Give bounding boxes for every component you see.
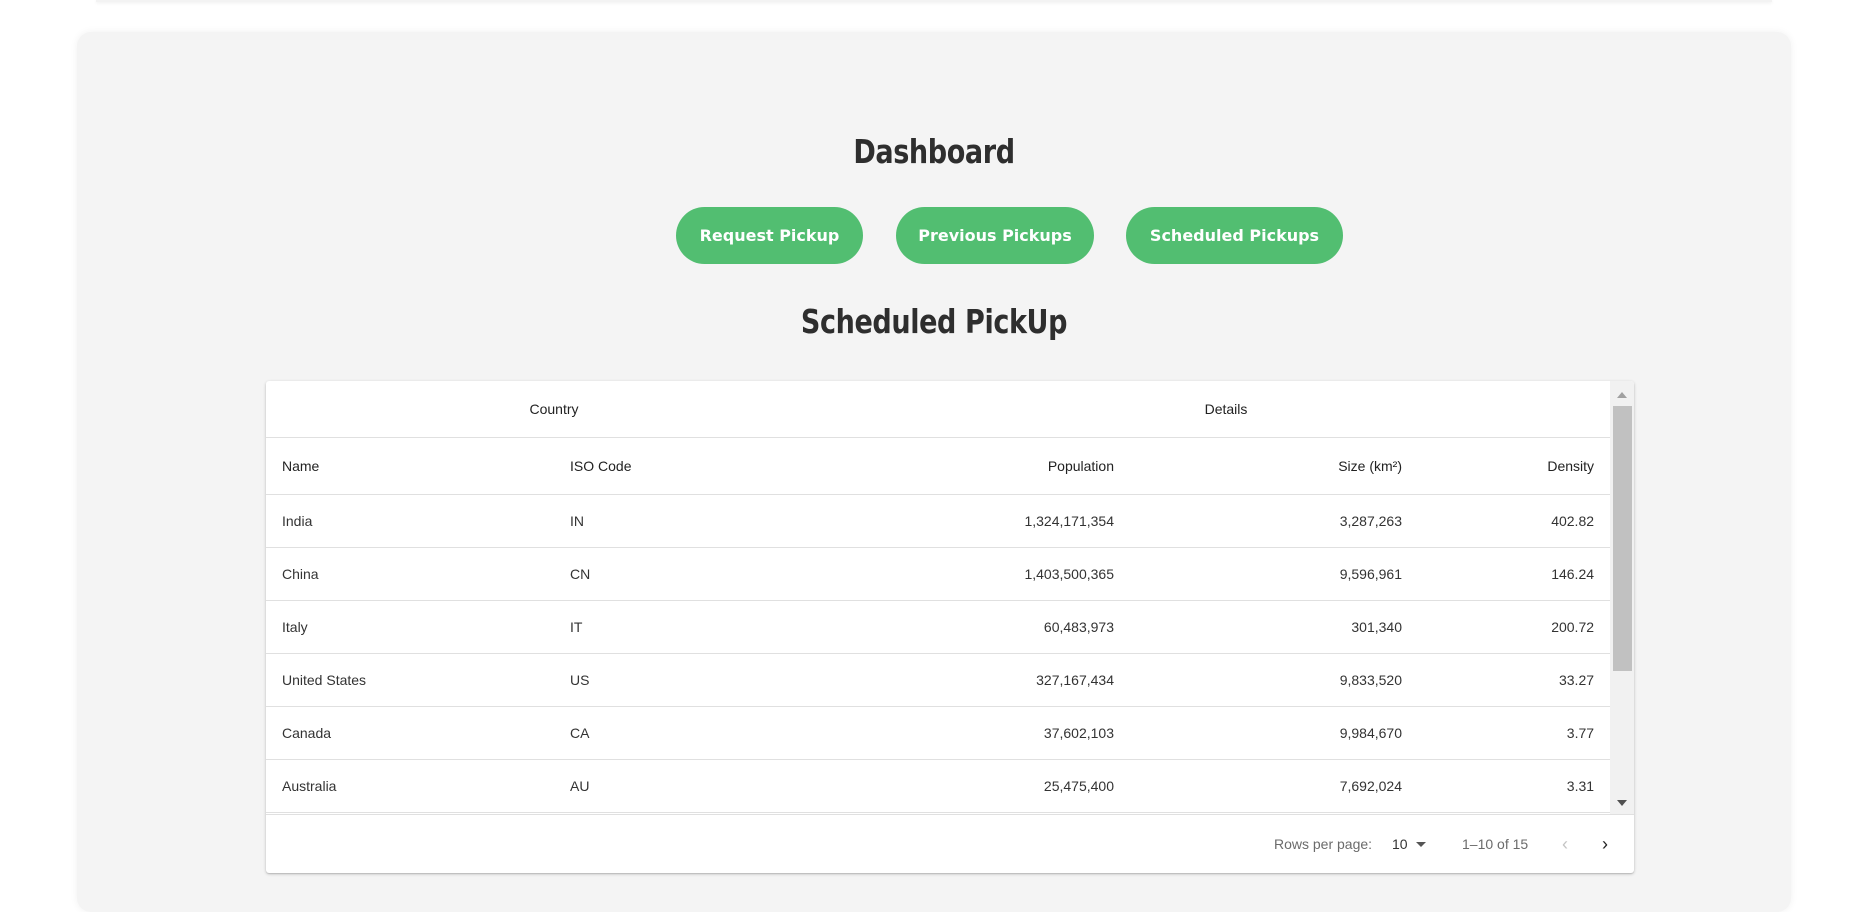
scrollbar-thumb[interactable] (1613, 406, 1632, 671)
cell-iso-code: IT (554, 600, 842, 654)
cell-name: United States (266, 653, 554, 707)
cell-density: 146.24 (1418, 547, 1610, 601)
data-table: Country Details Name ISO Code Population… (266, 381, 1610, 813)
pagination-range: 1–10 of 15 (1462, 836, 1529, 852)
cell-population: 25,475,400 (842, 759, 1130, 813)
cell-iso-code: CN (554, 547, 842, 601)
cell-name: Australia (266, 759, 554, 813)
cell-size: 3,287,263 (1130, 494, 1418, 548)
cell-population: 37,602,103 (842, 706, 1130, 760)
cell-size: 9,984,670 (1130, 706, 1418, 760)
cell-name: Canada (266, 706, 554, 760)
cell-population: 327,167,434 (842, 653, 1130, 707)
cell-population: 1,324,171,354 (842, 494, 1130, 548)
table-pagination: Rows per page: 10 1–10 of 15 ‹ › (266, 814, 1634, 873)
cell-size: 9,596,961 (1130, 547, 1418, 601)
cell-iso-code: US (554, 653, 842, 707)
column-header-name[interactable]: Name (266, 437, 554, 495)
chevron-right-icon[interactable]: › (1602, 835, 1608, 853)
vertical-scrollbar[interactable] (1610, 381, 1634, 814)
cell-population: 60,483,973 (842, 600, 1130, 654)
scroll-down-icon[interactable] (1617, 800, 1627, 806)
cell-density: 402.82 (1418, 494, 1610, 548)
chevron-left-icon[interactable]: ‹ (1562, 835, 1568, 853)
scroll-up-icon[interactable] (1617, 392, 1627, 398)
table-scroll-area[interactable]: Country Details Name ISO Code Population… (266, 381, 1610, 814)
cell-iso-code: IN (554, 494, 842, 548)
cell-name: China (266, 547, 554, 601)
table-row[interactable]: India IN 1,324,171,354 3,287,263 402.82 (266, 494, 1610, 548)
section-title: Scheduled PickUp (800, 302, 1068, 341)
column-header-density[interactable]: Density (1418, 437, 1610, 495)
request-pickup-button[interactable]: Request Pickup (676, 207, 863, 264)
group-header-details: Details (842, 381, 1610, 438)
caret-down-icon[interactable] (1416, 842, 1426, 847)
previous-pickups-button[interactable]: Previous Pickups (896, 207, 1094, 264)
scheduled-pickup-table: Country Details Name ISO Code Population… (266, 381, 1634, 873)
cell-name: Italy (266, 600, 554, 654)
cell-name: India (266, 494, 554, 548)
rows-per-page-select[interactable]: 10 (1392, 836, 1408, 852)
group-header-row: Country Details (266, 381, 1610, 438)
table-row[interactable]: China CN 1,403,500,365 9,596,961 146.24 (266, 547, 1610, 601)
page-title: Dashboard (853, 132, 1015, 171)
rows-per-page-label: Rows per page: (1274, 836, 1373, 852)
column-header-row: Name ISO Code Population Size (km²) Dens… (266, 437, 1610, 495)
cell-size: 7,692,024 (1130, 759, 1418, 813)
top-divider (96, 0, 1772, 2)
table-row[interactable]: Australia AU 25,475,400 7,692,024 3.31 (266, 759, 1610, 813)
action-buttons: Request Pickup Previous Pickups Schedule… (77, 207, 1791, 264)
cell-density: 3.31 (1418, 759, 1610, 813)
cell-size: 301,340 (1130, 600, 1418, 654)
column-header-iso-code[interactable]: ISO Code (554, 437, 842, 495)
table-row[interactable]: United States US 327,167,434 9,833,520 3… (266, 653, 1610, 707)
table-row[interactable]: Canada CA 37,602,103 9,984,670 3.77 (266, 706, 1610, 760)
cell-population: 1,403,500,365 (842, 547, 1130, 601)
cell-density: 33.27 (1418, 653, 1610, 707)
cell-size: 9,833,520 (1130, 653, 1418, 707)
group-header-country: Country (266, 381, 842, 438)
table-row[interactable]: Italy IT 60,483,973 301,340 200.72 (266, 600, 1610, 654)
column-header-population[interactable]: Population (842, 437, 1130, 495)
cell-iso-code: AU (554, 759, 842, 813)
cell-iso-code: CA (554, 706, 842, 760)
cell-density: 200.72 (1418, 600, 1610, 654)
scheduled-pickups-button[interactable]: Scheduled Pickups (1126, 207, 1343, 264)
cell-density: 3.77 (1418, 706, 1610, 760)
column-header-size[interactable]: Size (km²) (1130, 437, 1418, 495)
